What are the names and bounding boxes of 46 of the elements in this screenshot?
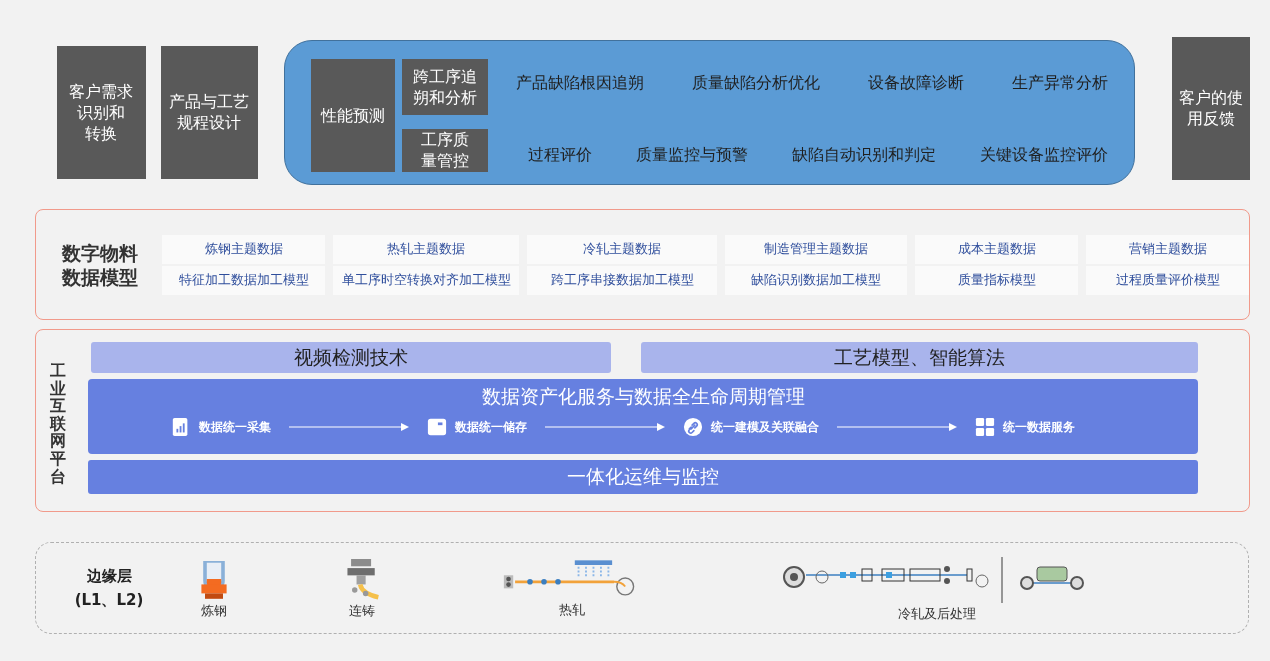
function-label: 过程评价 [528, 144, 593, 166]
stage-block: 产品与工艺 规程设计 [160, 45, 259, 179]
step-label: 统一数据服务 [1003, 418, 1075, 436]
data-card: 制造管理主题数据 [725, 234, 907, 264]
stage-label: 连铸 [349, 602, 375, 620]
data-card: 缺陷识别数据加工模型 [725, 265, 907, 295]
layer-title: 数据资产化服务与数据全生命周期管理 [481, 384, 805, 409]
stage-label: 热轧 [559, 601, 585, 619]
function-label: 质量监控与预警 [636, 144, 749, 166]
arrow-icon [837, 423, 957, 431]
data-card: 炼钢主题数据 [162, 234, 325, 264]
function-label: 缺陷自动识别和判定 [792, 144, 937, 166]
stage-label: 冷轧及后处理 [898, 605, 976, 623]
data-card: 营销主题数据 [1086, 234, 1249, 264]
stage-block: 跨工序追 朔和分析 [402, 58, 489, 115]
section-title: 工业互联网平台 [50, 362, 66, 488]
data-card: 特征加工数据加工模型 [162, 265, 325, 295]
data-card: 质量指标模型 [915, 265, 1078, 295]
step-label: 数据统一储存 [455, 418, 527, 436]
function-label: 关键设备监控评价 [980, 144, 1109, 166]
section-title: 数字物料 数据模型 [62, 240, 139, 289]
data-card: 成本主题数据 [915, 234, 1078, 264]
stage-block: 工序质 量管控 [402, 128, 489, 172]
stage-block: 性能预测 [311, 58, 396, 172]
function-label: 生产异常分析 [1012, 72, 1109, 94]
layer-bar: 一体化运维与监控 [88, 460, 1198, 494]
layer-bar: 视频检测技术 [91, 342, 611, 373]
stage-block: 客户的使 用反馈 [1172, 36, 1250, 180]
step-label: 数据统一采集 [199, 418, 271, 436]
stage-label: 炼钢 [201, 602, 227, 620]
stage-block: 客户需求 识别和 转换 [57, 45, 146, 179]
data-card: 单工序时空转换对齐加工模型 [333, 265, 519, 295]
function-label: 设备故障诊断 [868, 72, 965, 94]
arrow-icon [289, 423, 409, 431]
arrow-icon [545, 423, 665, 431]
step-label: 统一建模及关联融合 [711, 418, 819, 436]
data-card: 跨工序串接数据加工模型 [527, 265, 717, 295]
function-label: 质量缺陷分析优化 [692, 72, 821, 94]
data-card: 冷轧主题数据 [527, 234, 717, 264]
layer-bar: 工艺模型、智能算法 [641, 342, 1198, 373]
data-card: 热轧主题数据 [333, 234, 519, 264]
link-icon [683, 417, 703, 437]
grid-icon [975, 417, 995, 437]
function-label: 产品缺陷根因追朔 [516, 72, 645, 94]
data-card: 过程质量评价模型 [1086, 265, 1249, 295]
section-title: 边缘层 (L1、L2) [74, 566, 144, 611]
